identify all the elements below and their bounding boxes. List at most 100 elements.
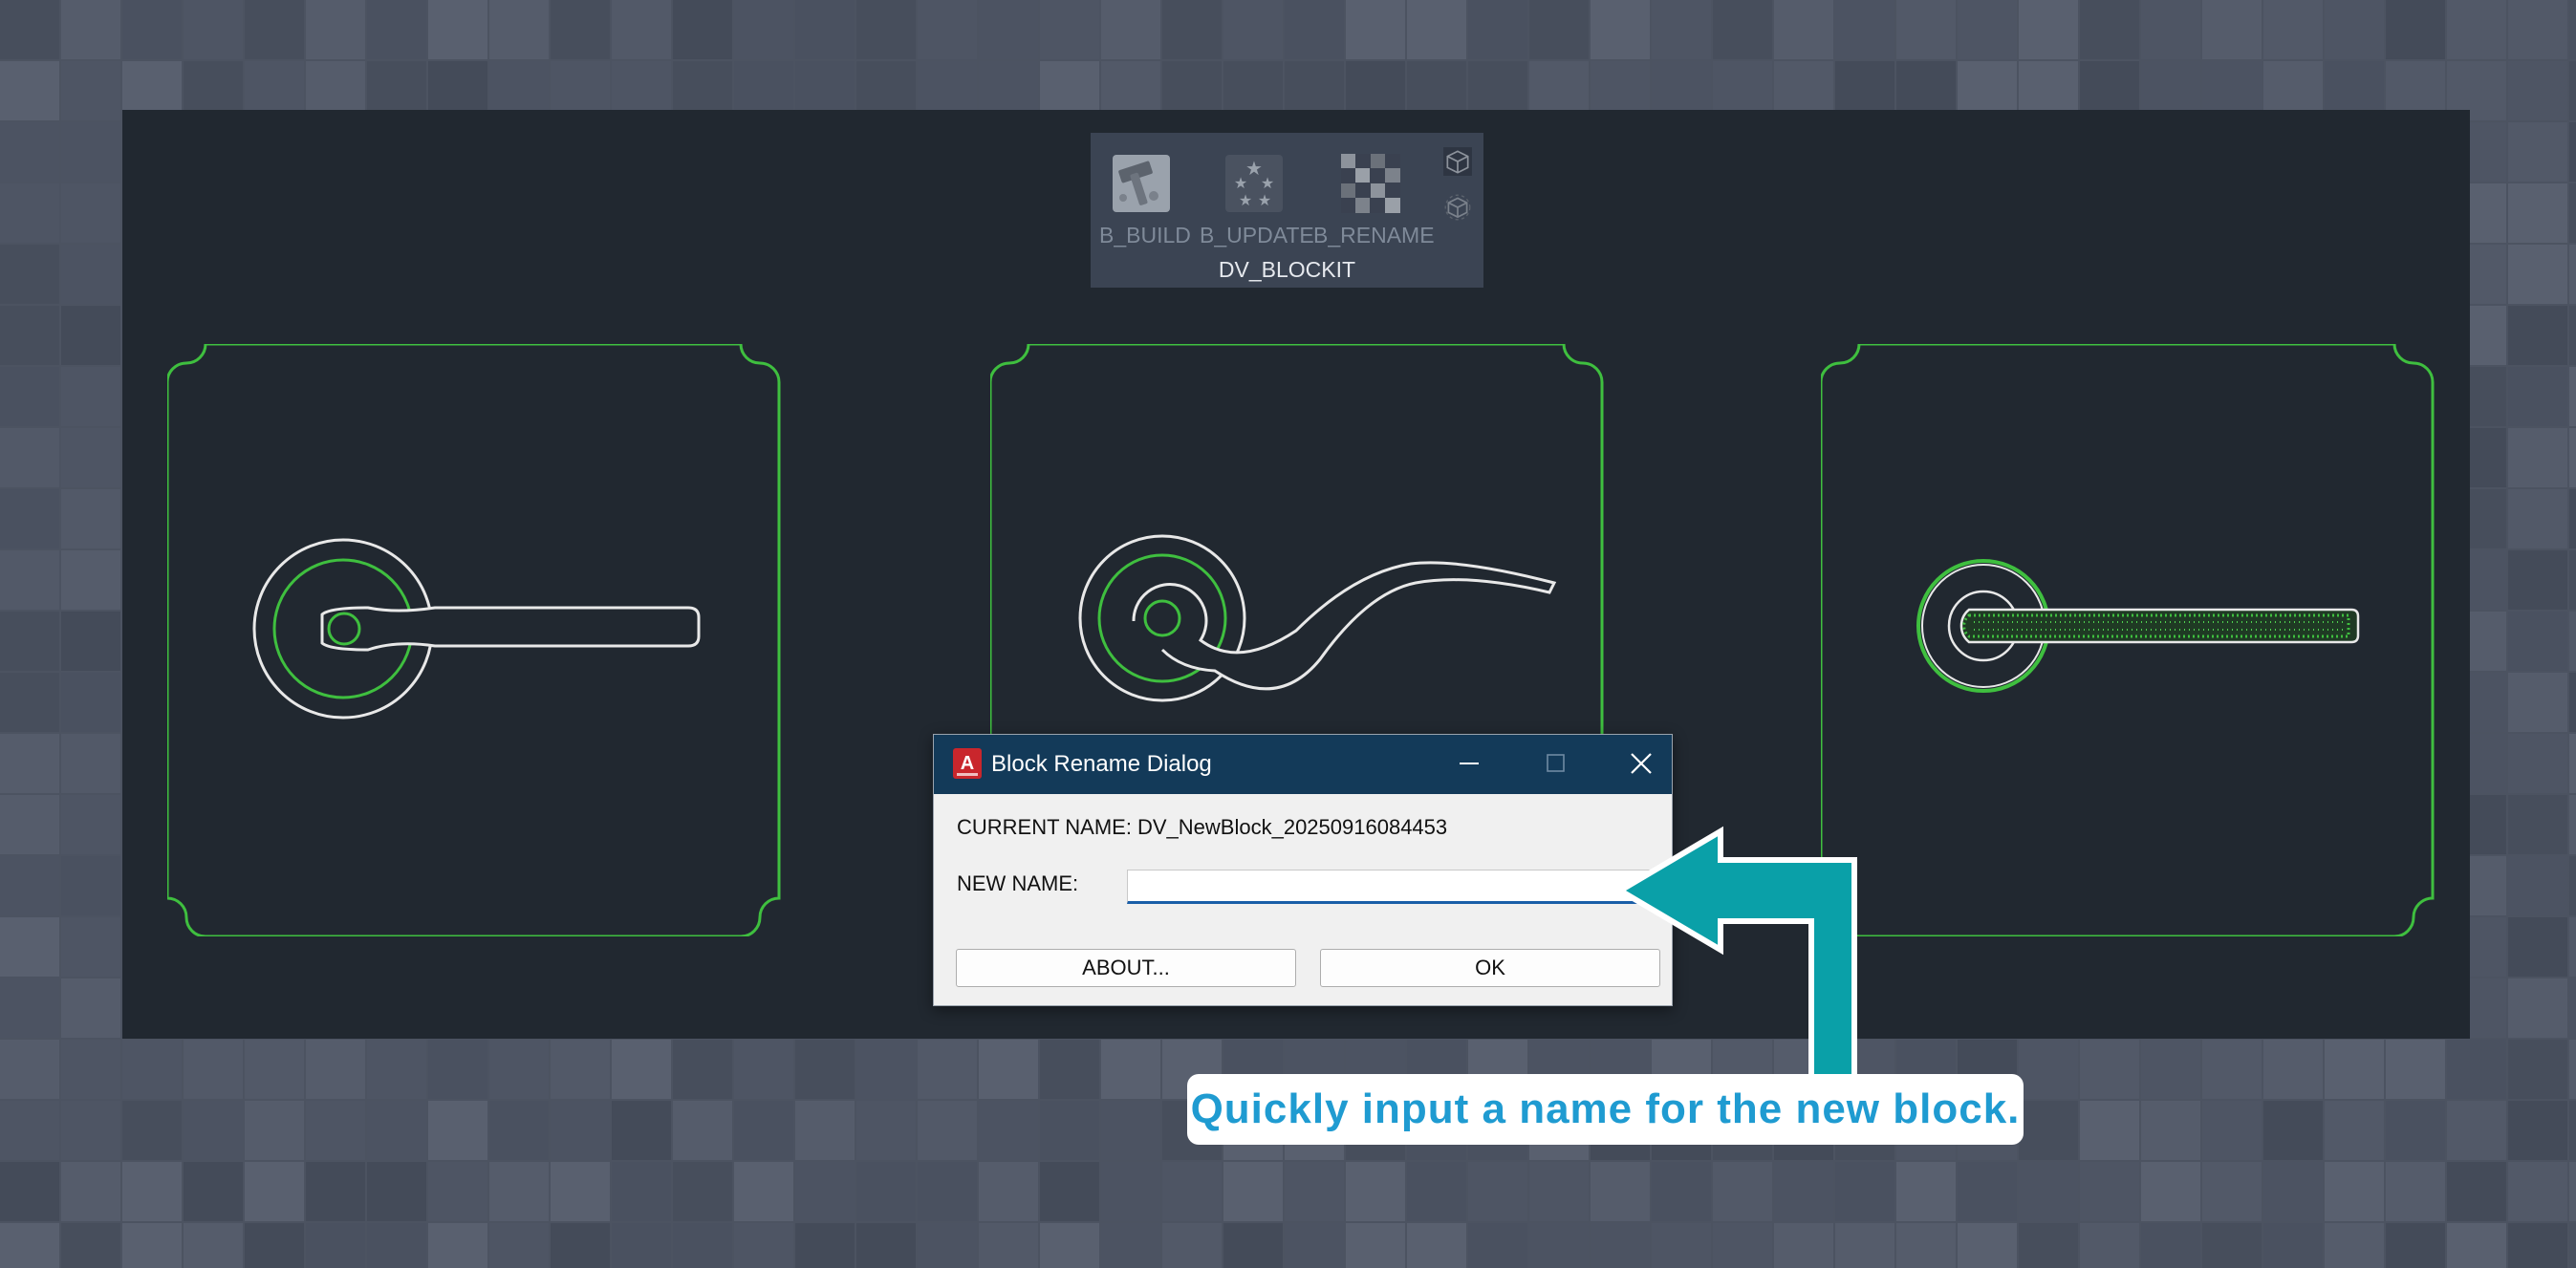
background-tile xyxy=(2569,1101,2576,1160)
background-tile xyxy=(0,245,59,304)
background-tile xyxy=(1774,0,1833,59)
background-tile xyxy=(2080,1223,2139,1268)
background-tile xyxy=(856,0,916,59)
background-tile xyxy=(1101,1040,1160,1099)
minimize-icon[interactable] xyxy=(1440,742,1498,784)
background-tile xyxy=(2508,0,2567,59)
background-tile xyxy=(61,612,120,671)
background-tile xyxy=(61,183,120,243)
background-tile xyxy=(1101,1223,1160,1268)
background-tile xyxy=(551,1040,610,1099)
background-tile xyxy=(1835,1223,1894,1268)
new-name-input[interactable] xyxy=(1127,870,1655,904)
background-tile xyxy=(979,0,1038,59)
background-tile xyxy=(2508,183,2567,243)
b-rename-button[interactable]: B_RENAME xyxy=(1310,142,1435,257)
b-update-button[interactable]: ★ ★ ★ ★ ★ B_UPDATE xyxy=(1196,142,1314,257)
background-tile xyxy=(2263,1162,2323,1221)
background-tile xyxy=(0,673,59,732)
background-tile xyxy=(2569,612,2576,671)
background-tile xyxy=(2202,0,2262,59)
svg-text:A: A xyxy=(961,753,974,774)
background-tile xyxy=(2019,1101,2078,1160)
background-tile xyxy=(2508,489,2567,548)
background-tile xyxy=(2569,122,2576,182)
background-tile xyxy=(1835,1162,1894,1221)
background-tile xyxy=(0,1101,59,1160)
background-tile xyxy=(2569,673,2576,732)
close-icon[interactable] xyxy=(1611,742,1668,784)
background-tile xyxy=(2508,245,2567,304)
background-tile xyxy=(1101,1101,1160,1160)
background-tile xyxy=(856,1101,916,1160)
background-tile xyxy=(2447,1223,2506,1268)
background-tile xyxy=(795,1223,855,1268)
background-tile xyxy=(2508,428,2567,487)
background-tile xyxy=(1652,1162,1711,1221)
background-tile xyxy=(367,1101,426,1160)
block-card-textured-lever[interactable] xyxy=(1821,344,2452,936)
background-tile xyxy=(979,1101,1038,1160)
background-tile xyxy=(122,0,182,59)
background-tile xyxy=(2447,0,2506,59)
block-rename-dialog: A Block Rename Dialog CURRENT NAME: DV_N… xyxy=(933,734,1673,1006)
background-tile xyxy=(2569,1040,2576,1099)
background-tile xyxy=(489,1101,549,1160)
background-tile xyxy=(306,1040,365,1099)
about-button[interactable]: ABOUT... xyxy=(956,949,1296,987)
background-tile xyxy=(1896,1223,1956,1268)
cube-refresh-icon[interactable] xyxy=(1442,192,1473,223)
dialog-titlebar[interactable]: A Block Rename Dialog xyxy=(934,735,1672,794)
background-tile xyxy=(1346,0,1405,59)
background-tile xyxy=(306,0,365,59)
background-tile xyxy=(918,1162,977,1221)
background-tile xyxy=(0,734,59,793)
background-tile xyxy=(367,1040,426,1099)
background-tile xyxy=(61,734,120,793)
background-tile xyxy=(245,1101,304,1160)
background-tile xyxy=(306,1162,365,1221)
background-tile xyxy=(1774,1162,1833,1221)
background-tile xyxy=(979,1162,1038,1221)
background-tile xyxy=(2569,306,2576,365)
new-name-label: NEW NAME: xyxy=(957,871,1079,895)
background-tile xyxy=(0,122,59,182)
background-tile xyxy=(306,1223,365,1268)
background-tile xyxy=(1652,1223,1711,1268)
background-tile xyxy=(2325,1101,2384,1160)
background-tile xyxy=(2386,0,2445,59)
background-tile xyxy=(1713,1162,1772,1221)
background-tile xyxy=(428,1101,487,1160)
background-tile xyxy=(734,0,793,59)
background-tile xyxy=(61,550,120,610)
background-tile xyxy=(2141,1162,2200,1221)
background-tile xyxy=(1958,1223,2017,1268)
current-name-value: DV_NewBlock_20250916084453 xyxy=(1137,815,1448,839)
background-tile xyxy=(2569,489,2576,548)
background-tile xyxy=(1591,1162,1650,1221)
background-tile xyxy=(2508,61,2567,120)
background-tile xyxy=(245,1040,304,1099)
background-tile xyxy=(673,0,732,59)
background-tile xyxy=(61,795,120,854)
cube-icon[interactable] xyxy=(1442,146,1473,177)
background-tile xyxy=(2508,795,2567,854)
background-tile xyxy=(2569,183,2576,243)
background-tile xyxy=(367,0,426,59)
background-tile xyxy=(1162,1162,1222,1221)
background-tile xyxy=(1223,1162,1283,1221)
background-tile xyxy=(734,1040,793,1099)
b-build-button[interactable]: B_BUILD xyxy=(1091,142,1196,257)
background-tile xyxy=(1468,0,1527,59)
background-tile xyxy=(2569,978,2576,1038)
block-card-straight-lever[interactable] xyxy=(167,344,798,936)
background-tile xyxy=(979,1040,1038,1099)
background-tile xyxy=(979,1223,1038,1268)
background-tile xyxy=(1101,0,1160,59)
background-tile xyxy=(1835,0,1894,59)
background-tile xyxy=(0,0,59,59)
background-tile xyxy=(367,1162,426,1221)
stars-icon: ★ ★ ★ ★ ★ xyxy=(1225,155,1283,212)
background-tile xyxy=(0,550,59,610)
background-tile xyxy=(2508,1101,2567,1160)
